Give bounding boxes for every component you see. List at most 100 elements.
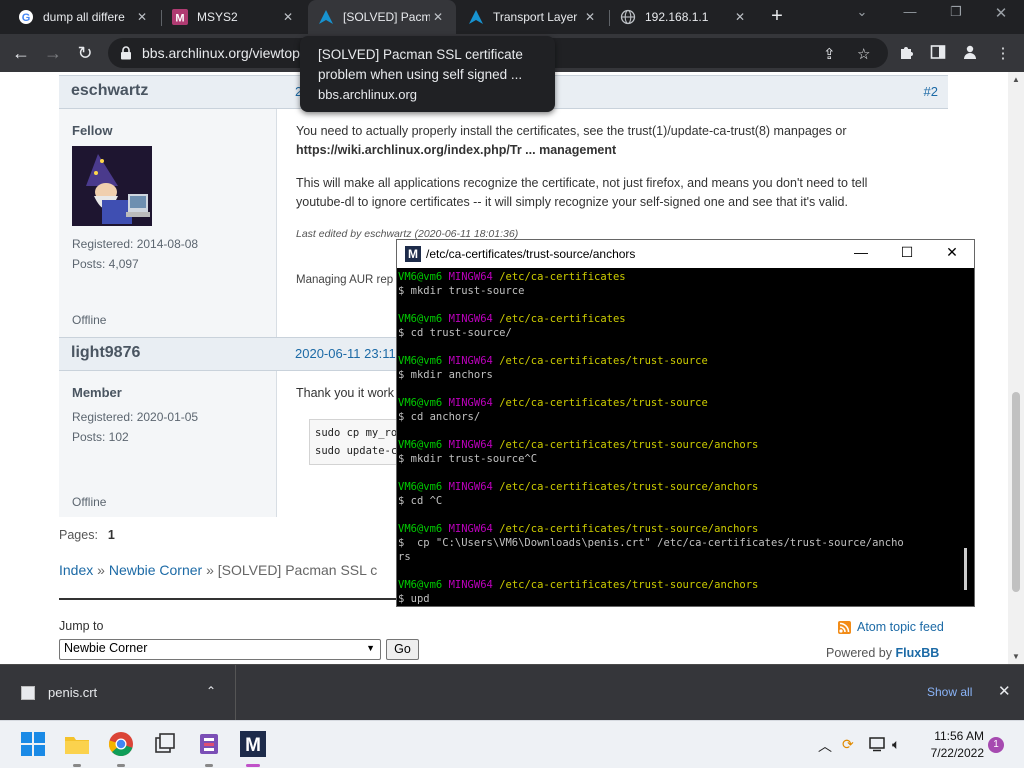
menu-kebab-icon[interactable]: ⋮ bbox=[993, 44, 1013, 62]
breadcrumb-index-link[interactable]: Index bbox=[59, 562, 93, 578]
post-author[interactable]: eschwartz bbox=[71, 82, 148, 100]
share-icon[interactable]: ⇪ bbox=[823, 45, 836, 63]
pages-label: Pages: bbox=[59, 528, 98, 542]
online-status: Offline bbox=[72, 495, 107, 509]
visual-studio-installer-icon[interactable] bbox=[196, 731, 222, 767]
browser-tabstrip: G dump all differe ✕ M MSYS2 ✕ [SOLVED] … bbox=[0, 0, 1024, 34]
svg-text:M: M bbox=[175, 13, 184, 25]
show-all-link[interactable]: Show all bbox=[927, 685, 972, 699]
prompt-user: VM6@vm6 bbox=[398, 481, 443, 493]
tab-search-icon[interactable]: ⌄ bbox=[850, 4, 874, 20]
file-explorer-icon[interactable] bbox=[64, 731, 90, 767]
tab-solved-pacman[interactable]: [SOLVED] Pacm ✕ bbox=[308, 0, 456, 34]
close-icon[interactable]: ✕ bbox=[942, 244, 962, 261]
lock-icon[interactable] bbox=[120, 46, 132, 63]
start-windows-icon[interactable] bbox=[20, 731, 46, 757]
new-tab-button[interactable]: + bbox=[766, 5, 788, 27]
go-button[interactable]: Go bbox=[386, 639, 419, 660]
breadcrumb: Index » Newbie Corner » [SOLVED] Pacman … bbox=[59, 562, 377, 578]
close-tab-icon[interactable]: ✕ bbox=[430, 10, 446, 24]
reload-button[interactable]: ↻ bbox=[72, 40, 98, 66]
atom-feed-link[interactable]: Atom topic feed bbox=[838, 620, 944, 634]
msys2-taskbar-icon[interactable]: M bbox=[240, 731, 266, 767]
breadcrumb-newbie-link[interactable]: Newbie Corner bbox=[109, 562, 202, 578]
sync-icon[interactable]: ⟳ bbox=[842, 736, 854, 753]
chevron-up-icon[interactable]: ⌃ bbox=[206, 684, 216, 698]
close-tab-icon[interactable]: ✕ bbox=[280, 10, 296, 24]
download-item[interactable]: penis.crt ⌃ bbox=[0, 665, 236, 721]
post-paragraph: This will make all applications recogniz… bbox=[296, 176, 868, 209]
jump-to-select[interactable]: Newbie Corner ▼ bbox=[59, 639, 381, 660]
tab-hover-card: [SOLVED] Pacman SSL certificate problem … bbox=[300, 36, 555, 112]
prompt-path: /etc/ca-certificates/trust-source/anchor… bbox=[499, 481, 759, 493]
restore-icon[interactable]: ❐ bbox=[944, 4, 968, 20]
post-author[interactable]: light9876 bbox=[71, 344, 140, 362]
extensions-icon[interactable] bbox=[896, 44, 916, 64]
signature: Managing AUR rep bbox=[296, 274, 394, 286]
chevron-up-icon[interactable]: ︿ bbox=[818, 736, 832, 756]
forward-button[interactable]: → bbox=[40, 40, 66, 66]
terminal-prompt-line: VM6@vm6 MINGW64 /etc/ca-certificates bbox=[398, 270, 957, 284]
tab-google-search[interactable]: G dump all differe ✕ bbox=[8, 0, 160, 34]
post-count: Posts: 102 bbox=[72, 430, 129, 444]
fluxbb-link[interactable]: FluxBB bbox=[896, 646, 940, 660]
profile-icon[interactable] bbox=[960, 44, 980, 64]
chrome-icon[interactable] bbox=[108, 731, 134, 767]
scrollbar-thumb[interactable] bbox=[964, 548, 967, 590]
tab-transport-layer[interactable]: Transport Layer ✕ bbox=[458, 0, 608, 34]
terminal-prompt-line: VM6@vm6 MINGW64 /etc/ca-certificates bbox=[398, 312, 957, 326]
post-date[interactable]: 2020-06-11 23:11 bbox=[295, 346, 396, 361]
terminal-command-line: $ mkdir trust-source bbox=[398, 285, 525, 297]
back-button[interactable]: ← bbox=[8, 40, 34, 66]
scroll-up-icon[interactable]: ▲ bbox=[1012, 75, 1020, 84]
task-view-icon[interactable] bbox=[152, 731, 178, 757]
terminal-prompt-line: VM6@vm6 MINGW64 /etc/ca-certificates/tru… bbox=[398, 438, 957, 452]
maximize-icon[interactable]: ☐ bbox=[897, 244, 917, 261]
minimize-icon[interactable]: — bbox=[851, 244, 871, 260]
bookmark-star-icon[interactable]: ☆ bbox=[857, 45, 870, 63]
running-indicator bbox=[205, 764, 213, 767]
prompt-user: VM6@vm6 bbox=[398, 579, 443, 591]
tab-msys2[interactable]: M MSYS2 ✕ bbox=[162, 0, 306, 34]
scroll-down-icon[interactable]: ▼ bbox=[1012, 652, 1020, 661]
side-panel-icon[interactable] bbox=[928, 44, 948, 64]
prompt-path: /etc/ca-certificates/trust-source/anchor… bbox=[499, 439, 759, 451]
notification-badge[interactable]: 1 bbox=[988, 737, 1004, 753]
download-shelf: penis.crt ⌃ Show all ✕ bbox=[0, 664, 1024, 721]
scrollbar-thumb[interactable] bbox=[1012, 392, 1020, 592]
prompt-env: MINGW64 bbox=[448, 579, 493, 591]
terminal-command-line: $ cd trust-source/ bbox=[398, 327, 512, 339]
close-tab-icon[interactable]: ✕ bbox=[732, 10, 748, 24]
system-clock[interactable]: 11:56 AM 7/22/2022 bbox=[914, 728, 984, 762]
tab-router[interactable]: 192.168.1.1 ✕ bbox=[610, 0, 758, 34]
terminal-output[interactable]: VM6@vm6 MINGW64 /etc/ca-certificates $ mk… bbox=[397, 270, 957, 606]
atom-feed-label: Atom topic feed bbox=[857, 620, 944, 634]
terminal-titlebar[interactable]: M /etc/ca-certificates/trust-source/anch… bbox=[397, 240, 974, 268]
close-window-icon[interactable]: ✕ bbox=[989, 4, 1013, 22]
minimize-icon[interactable]: — bbox=[898, 4, 922, 19]
terminal-scrollbar[interactable] bbox=[959, 270, 973, 606]
close-tab-icon[interactable]: ✕ bbox=[134, 10, 150, 24]
msys2-terminal-window[interactable]: M /etc/ca-certificates/trust-source/anch… bbox=[396, 239, 975, 607]
tab-title: [SOLVED] Pacm bbox=[343, 10, 430, 24]
post-number[interactable]: #2 bbox=[924, 84, 938, 99]
globe-icon bbox=[620, 9, 636, 25]
wiki-link[interactable]: https://wiki.archlinux.org/index.php/Tr … bbox=[296, 143, 616, 157]
close-tab-icon[interactable]: ✕ bbox=[582, 10, 598, 24]
terminal-title: /etc/ca-certificates/trust-source/anchor… bbox=[426, 247, 636, 261]
page-number: 1 bbox=[107, 528, 115, 542]
tab-title: 192.168.1.1 bbox=[645, 10, 709, 24]
volume-icon[interactable]: 🔈︎ bbox=[892, 736, 900, 753]
prompt-env: MINGW64 bbox=[448, 439, 493, 451]
prompt-path: /etc/ca-certificates/trust-source bbox=[499, 397, 708, 409]
close-shelf-icon[interactable]: ✕ bbox=[998, 682, 1011, 700]
network-icon[interactable] bbox=[868, 736, 886, 755]
post-author-panel: Member Registered: 2020-01-05 Posts: 102… bbox=[59, 371, 277, 517]
page-scrollbar[interactable]: ▲ ▼ bbox=[1008, 72, 1024, 664]
terminal-command-line: $ cd anchors/ bbox=[398, 411, 481, 423]
terminal-command-line: $ cd ^C bbox=[398, 495, 443, 507]
